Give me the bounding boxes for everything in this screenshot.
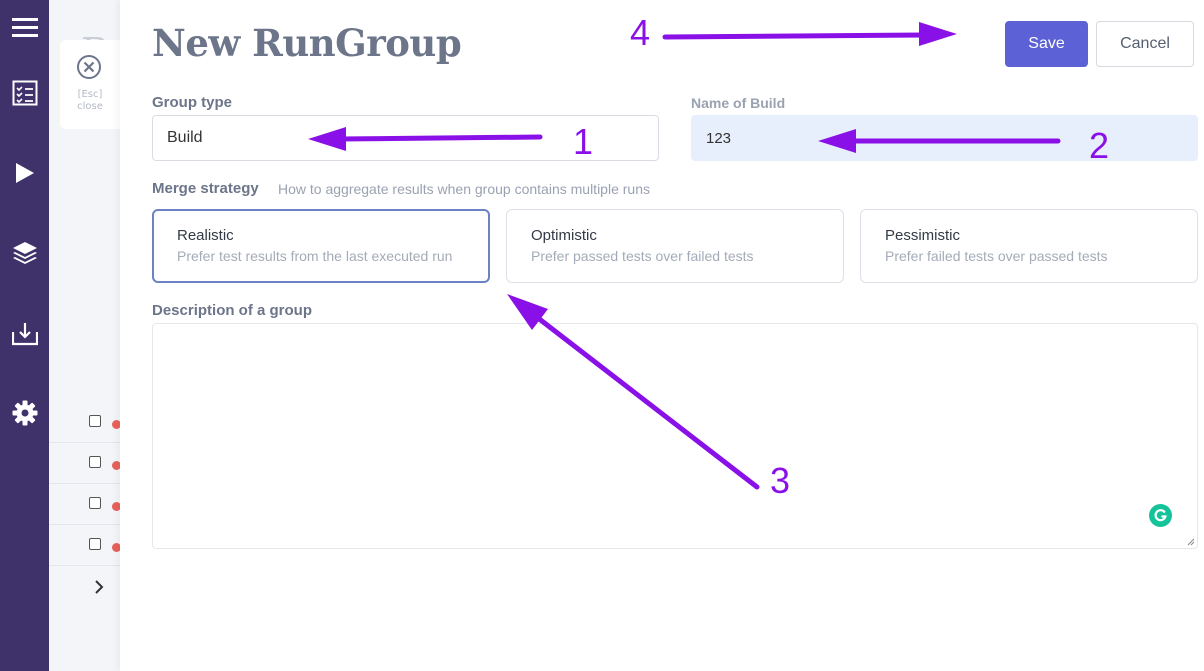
layers-icon[interactable] [0,233,49,273]
strategy-title: Optimistic [531,227,597,244]
annotation-number-4: 4 [630,12,651,53]
strategy-description: Prefer passed tests over failed tests [531,248,754,264]
row-checkbox[interactable] [89,538,101,550]
play-icon[interactable] [0,153,49,193]
close-shortcut-hint: [Esc] close [77,89,103,112]
strategy-description: Prefer test results from the last execut… [177,248,453,264]
strategy-title: Pessimistic [885,227,961,244]
strategy-description: Prefer failed tests over passed tests [885,248,1108,264]
description-label: Description of a group [152,302,313,319]
checklist-icon[interactable] [0,73,49,113]
strategy-option-optimistic[interactable]: Optimistic Prefer passed tests over fail… [506,209,844,283]
chevron-right-icon[interactable] [91,578,107,596]
app-sidebar [0,0,49,671]
group-type-value: Build [167,129,203,146]
build-name-input[interactable]: 123 [691,115,1198,161]
list-item [49,484,121,525]
list-item [49,525,121,566]
annotation-number-2: 2 [1089,125,1110,166]
row-checkbox[interactable] [89,456,101,468]
strategy-option-realistic[interactable]: Realistic Prefer test results from the l… [152,209,490,283]
build-name-label: Name of Build [691,95,786,111]
new-rungroup-panel: New RunGroup Save Cancel Group type Buil… [120,0,1204,671]
close-panel-card[interactable]: [Esc] close [60,40,121,129]
group-type-label: Group type [152,94,233,111]
grammarly-icon[interactable] [1149,504,1172,527]
annotation-number-3: 3 [770,460,791,501]
row-checkbox[interactable] [89,497,101,509]
list-item [49,402,121,443]
merge-strategy-label: Merge strategy [152,180,259,197]
hamburger-menu-icon[interactable] [0,8,49,48]
description-textarea[interactable] [152,323,1198,549]
annotation-number-1: 1 [573,121,594,162]
merge-strategy-hint: How to aggregate results when group cont… [278,181,650,197]
download-tray-icon[interactable] [0,314,49,354]
row-checkbox[interactable] [89,415,101,427]
close-icon[interactable] [76,54,102,80]
build-name-value: 123 [706,129,732,147]
strategy-title: Realistic [177,227,234,244]
background-page: Ru [Esc] close [49,0,121,671]
save-button[interactable]: Save [1005,21,1088,67]
list-item [49,443,121,484]
page-title: New RunGroup [152,21,462,65]
cancel-button[interactable]: Cancel [1096,21,1194,67]
strategy-option-pessimistic[interactable]: Pessimistic Prefer failed tests over pas… [860,209,1198,283]
gear-icon[interactable] [0,393,49,433]
resize-handle-icon[interactable] [1187,538,1195,546]
